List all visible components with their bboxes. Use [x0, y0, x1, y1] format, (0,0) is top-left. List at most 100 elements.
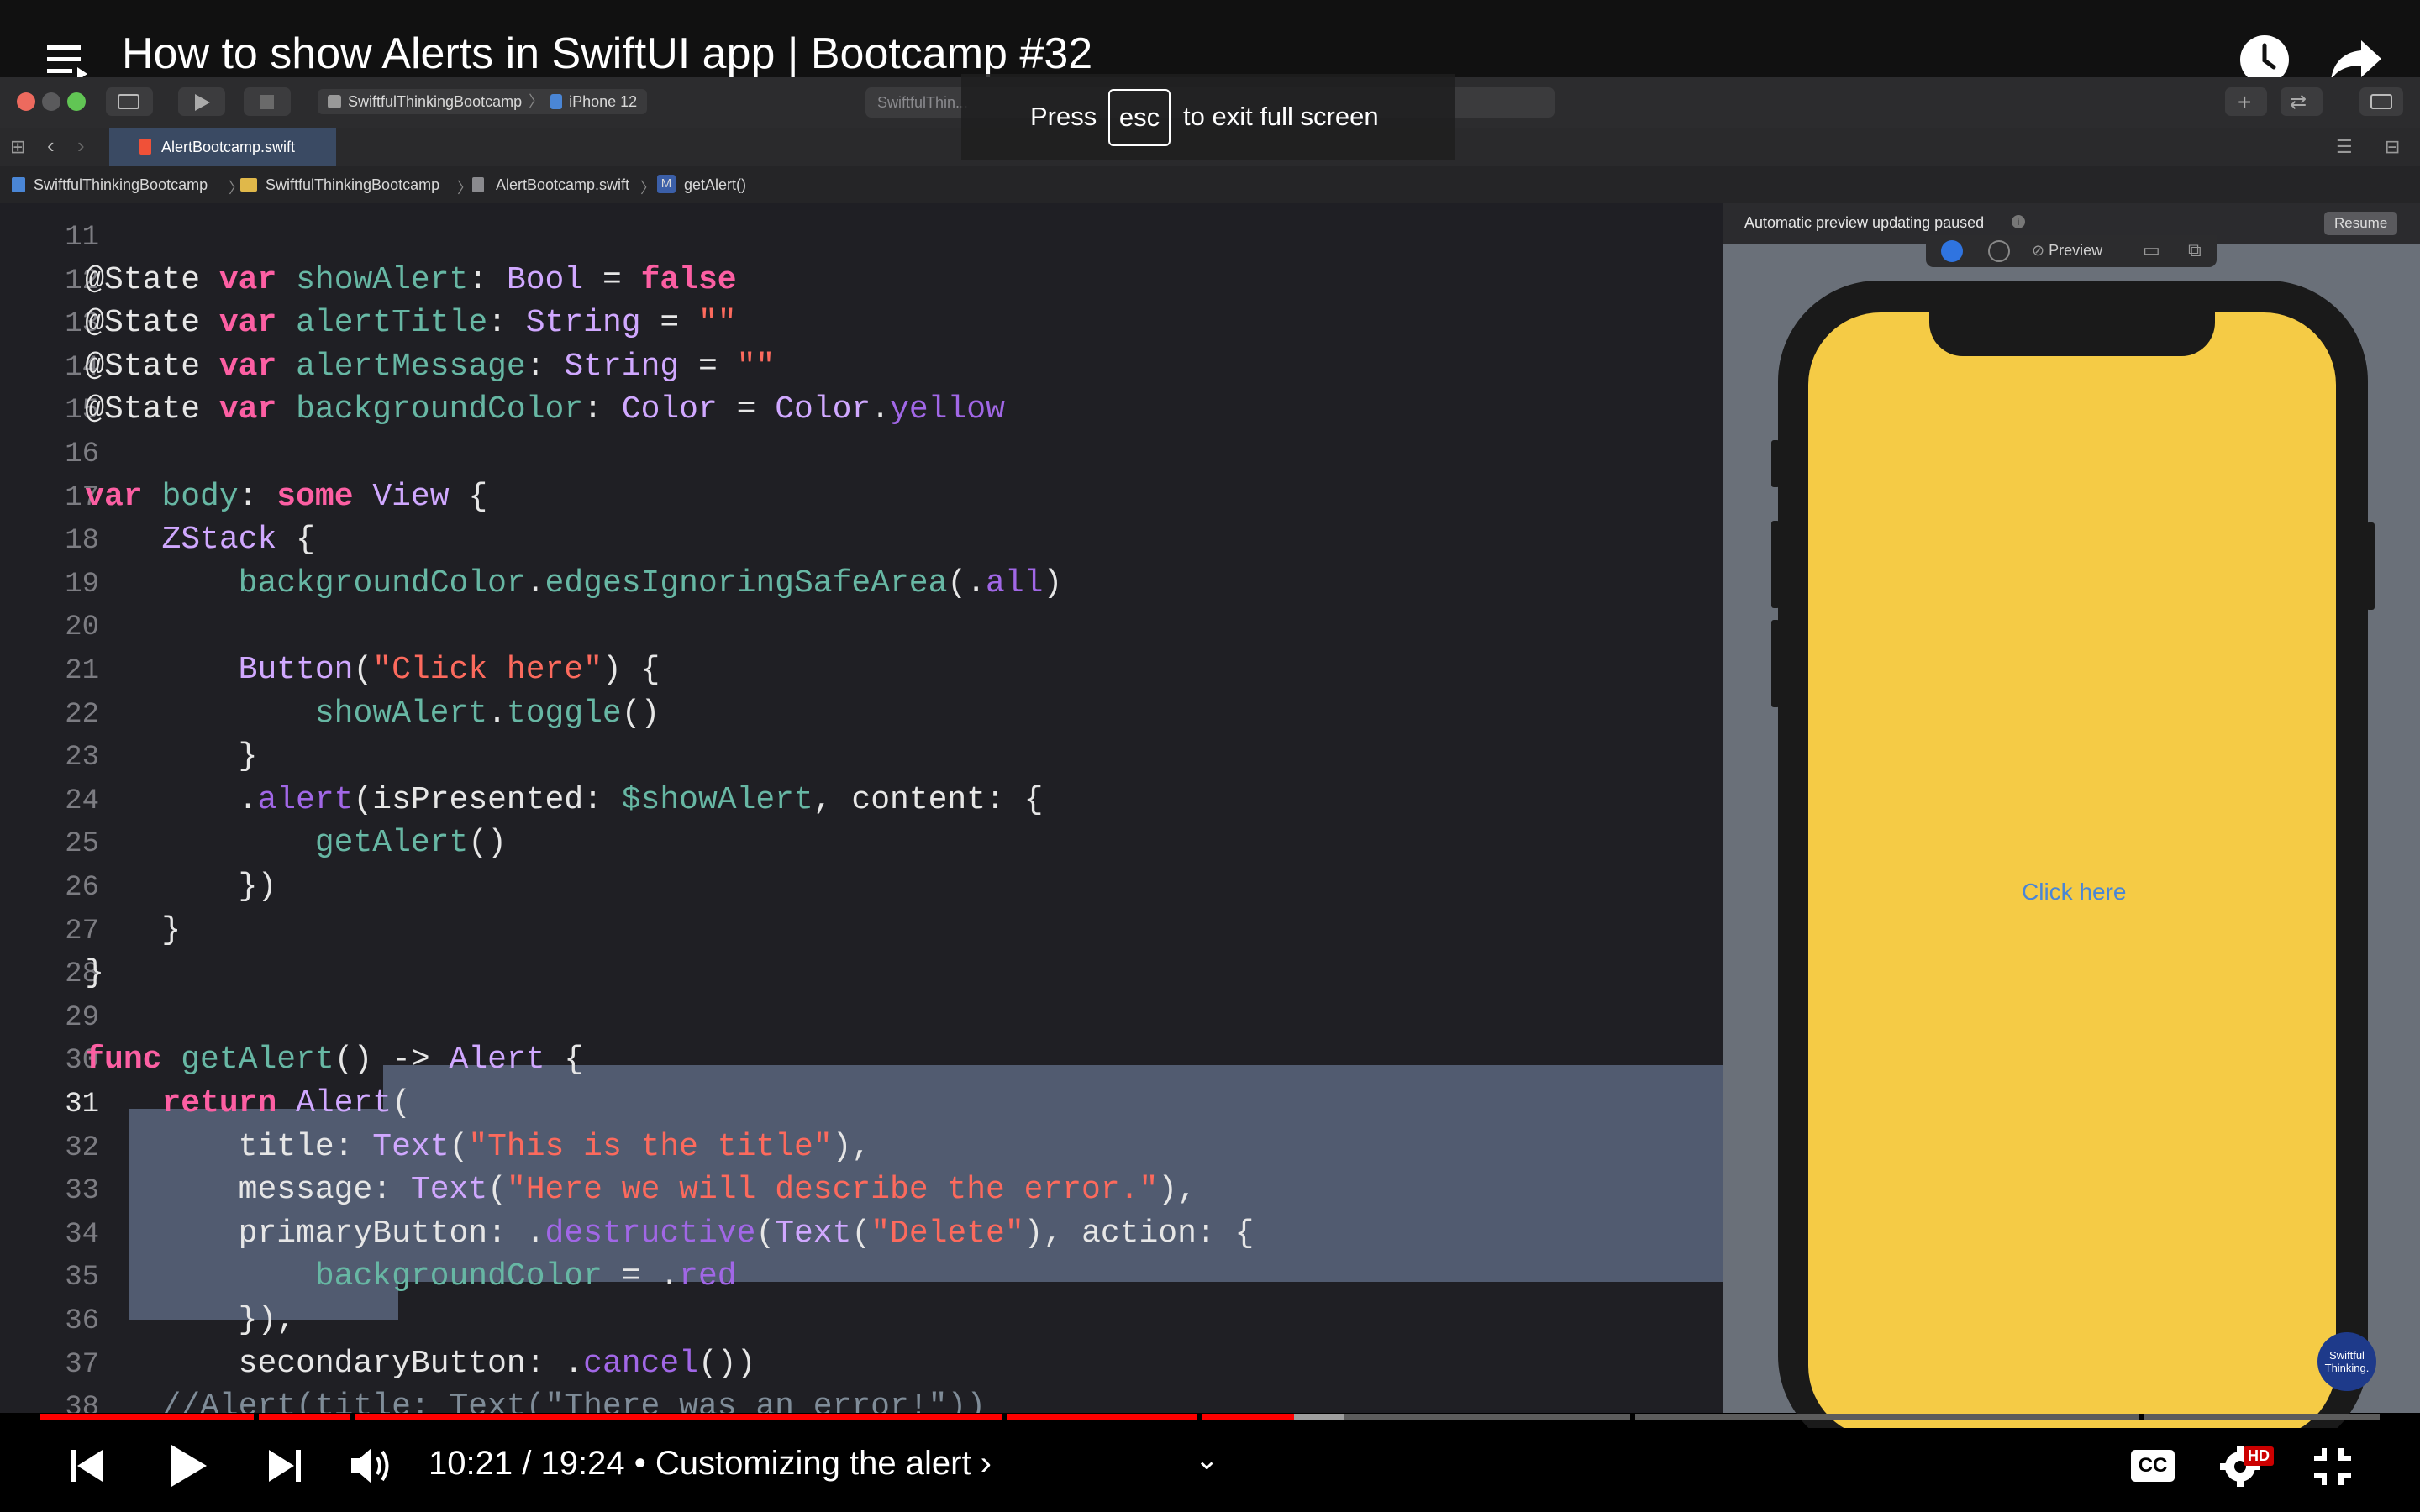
fullscreen-toast: Press esc to exit full screen — [961, 74, 1455, 160]
app-icon — [328, 95, 341, 108]
line-number: 16 — [65, 438, 99, 470]
line-number: 11 — [65, 222, 99, 254]
code-line: } — [8, 738, 258, 775]
editor-options-icon[interactable]: ☰ — [2336, 136, 2353, 158]
code-line: message: Text("Here we will describe the… — [238, 1172, 1197, 1209]
window-zoom-button[interactable] — [67, 92, 86, 111]
breadcrumb-group[interactable]: SwiftfulThinkingBootcamp — [266, 176, 439, 194]
scheme-project-label: SwiftfulThinkingBootcamp — [348, 93, 523, 110]
code-line: } — [8, 911, 182, 948]
code-line: func getAlert() -> Alert { — [85, 1042, 584, 1079]
video-title[interactable]: How to show Alerts in SwiftUI app | Boot… — [122, 29, 1092, 79]
folder-icon — [240, 178, 257, 192]
play-icon[interactable] — [170, 1443, 208, 1493]
chevron-down-icon[interactable]: ⌄ — [1195, 1443, 1219, 1477]
chapter-marker — [350, 1414, 355, 1420]
breadcrumb-separator: 〉 — [640, 180, 655, 197]
volume-icon[interactable] — [351, 1446, 395, 1489]
project-icon — [12, 177, 25, 192]
duplicate-preview-icon[interactable]: ⧉ — [2188, 239, 2202, 261]
preview-label[interactable]: ⊘ Preview — [2032, 242, 2102, 260]
breadcrumb-project[interactable]: SwiftfulThinkingBootcamp — [34, 176, 208, 194]
preview-status: Automatic preview updating paused — [1744, 214, 1985, 231]
code-review-button[interactable]: ⇄ — [2281, 87, 2323, 116]
toast-esc-key: esc — [1108, 89, 1171, 146]
time-separator: / — [522, 1445, 532, 1482]
split-editor-icon[interactable]: ⊟ — [2385, 136, 2400, 158]
grid-icon[interactable]: ⊞ — [10, 136, 25, 158]
chapter-marker — [1630, 1414, 1635, 1420]
menu-icon[interactable] — [47, 45, 87, 81]
device-settings-icon[interactable]: ▭ — [2143, 239, 2160, 261]
line-number: 20 — [65, 612, 99, 644]
scheme-selector[interactable]: SwiftfulThinkingBootcamp 〉 iPhone 12 — [318, 89, 648, 114]
library-add-button[interactable]: + — [2225, 87, 2267, 116]
code-line: backgroundColor = .red — [314, 1258, 737, 1295]
time-display: 10:21 / 19:24 • Customizing the alert › — [429, 1445, 992, 1483]
tab-label: AlertBootcamp.swift — [161, 139, 296, 155]
code-editor[interactable]: 11 12 13 14 15 16 17 18 19 20 21 22 23 24 25 26 27 28 29 30… — [0, 203, 1723, 1413]
window-minimize-button[interactable] — [42, 92, 60, 111]
quality-badge: HD — [2244, 1446, 2274, 1466]
code-line: }), — [8, 1302, 297, 1338]
code-line: @State var backgroundColor: Color = Colo… — [85, 391, 1005, 428]
device-icon — [550, 94, 563, 109]
progress-played — [40, 1414, 1294, 1420]
chapter-title[interactable]: • Customizing the alert › — [634, 1445, 992, 1482]
code-line: Button("Click here") { — [238, 652, 660, 688]
method-icon: M — [657, 175, 676, 193]
code-line: showAlert.toggle() — [314, 695, 660, 732]
time-total: 19:24 — [540, 1445, 625, 1482]
scheme-device-label: iPhone 12 — [569, 93, 638, 110]
code-line: //Alert(title: Text("There was an error!… — [161, 1389, 986, 1413]
code-line: secondaryButton: .cancel()) — [238, 1345, 756, 1382]
inspector-toggle-button[interactable] — [2360, 87, 2403, 116]
swiftful-thinking-logo: Swiftful Thinking. — [2317, 1332, 2376, 1391]
exit-fullscreen-icon[interactable] — [2312, 1446, 2353, 1491]
line-number: 29 — [65, 1001, 99, 1034]
code-line: @State var alertTitle: String = "" — [85, 305, 737, 342]
code-line: } — [8, 955, 105, 992]
tab-alertbootcamp[interactable]: AlertBootcamp.swift — [109, 128, 336, 166]
breadcrumb-file[interactable]: AlertBootcamp.swift — [496, 176, 629, 194]
code-line: return Alert( — [161, 1085, 411, 1121]
code-line: @State var alertMessage: String = "" — [85, 348, 776, 385]
selectable-mode-icon[interactable] — [1988, 240, 2010, 262]
navigator-toggle-button[interactable] — [106, 87, 153, 116]
next-icon[interactable] — [267, 1448, 301, 1488]
previous-icon[interactable] — [71, 1448, 104, 1488]
code-line: backgroundColor.edgesIgnoringSafeArea(.a… — [238, 564, 1063, 601]
swift-file-icon — [139, 139, 151, 155]
live-preview-icon[interactable] — [1941, 240, 1963, 262]
canvas-toolbar: ⊘ Preview ▭ ⧉ — [1926, 235, 2217, 267]
selection-line-31 — [383, 1065, 1723, 1109]
code-line: ZStack { — [161, 522, 315, 559]
code-line: primaryButton: .destructive(Text("Delete… — [238, 1215, 1255, 1252]
phone-notch — [1929, 304, 2215, 356]
code-line: }) — [8, 869, 277, 905]
window-close-button[interactable] — [17, 92, 35, 111]
chapter-marker — [254, 1414, 259, 1420]
chapter-marker — [1197, 1414, 1202, 1420]
click-here-button[interactable]: Click here — [2022, 879, 2126, 906]
code-line: @State var showAlert: Bool = false — [85, 261, 737, 298]
toast-suffix: to exit full screen — [1183, 102, 1379, 131]
captions-icon[interactable]: CC — [2131, 1450, 2175, 1482]
chapter-marker — [2139, 1414, 2144, 1420]
run-button[interactable] — [178, 87, 225, 116]
stop-button[interactable] — [244, 87, 291, 116]
resume-button[interactable]: Resume — [2324, 212, 2398, 235]
code-line: title: Text("This is the title"), — [238, 1128, 871, 1165]
volume-up-button — [1771, 521, 1780, 608]
breadcrumb-method[interactable]: getAlert() — [684, 176, 746, 194]
info-icon[interactable]: i — [2012, 215, 2025, 228]
breadcrumb-separator: 〉 — [457, 180, 472, 197]
time-current: 10:21 — [429, 1445, 513, 1482]
code-line: getAlert() — [314, 825, 507, 862]
breadcrumb: SwiftfulThinkingBootcamp 〉 SwiftfulThink… — [0, 166, 2420, 203]
toast-press: Press — [1030, 102, 1097, 131]
phone-screen — [1808, 312, 2336, 1438]
forward-icon[interactable]: › — [77, 133, 85, 159]
chapter-marker — [1002, 1414, 1007, 1420]
back-icon[interactable]: ‹ — [47, 133, 55, 159]
